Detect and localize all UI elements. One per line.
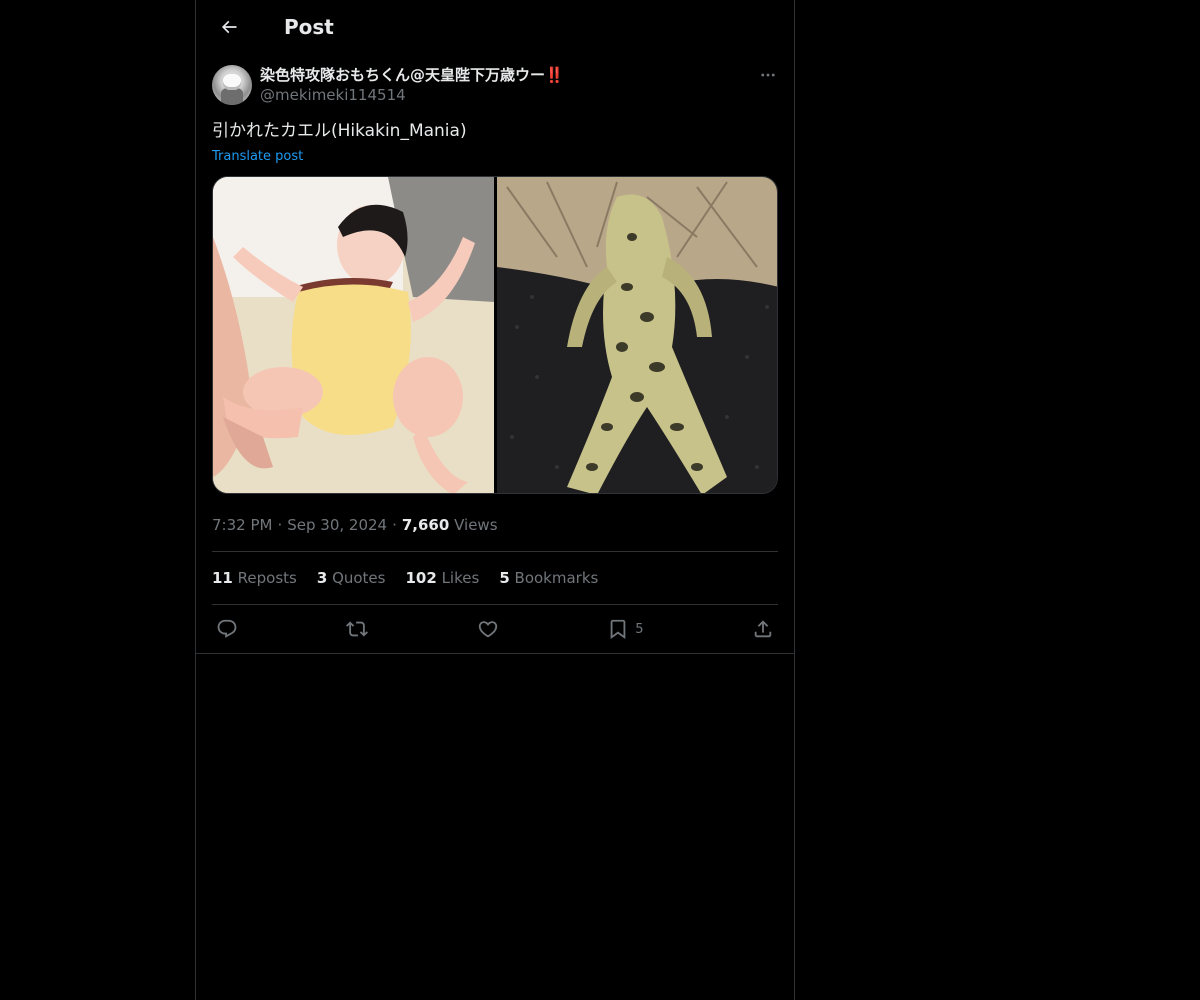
quotes-stat[interactable]: 3 Quotes <box>317 569 386 587</box>
share-icon <box>754 620 772 638</box>
frog-photo-icon <box>497 177 777 493</box>
media-image-baby[interactable] <box>213 177 494 493</box>
quotes-count: 3 <box>316 569 328 587</box>
likes-stat[interactable]: 102 Likes <box>405 569 479 587</box>
repost-icon <box>346 621 369 637</box>
display-name-text: 染色特攻隊おもちくん@天皇陛下万歳ウー <box>260 66 546 84</box>
avatar[interactable] <box>212 65 252 105</box>
post-column: Post 染色特攻隊おもちくん@天皇陛下万歳ウー‼️ @mekimeki1145… <box>195 0 795 1000</box>
share-button[interactable] <box>752 618 774 640</box>
user-handle[interactable]: @mekimeki114514 <box>260 85 564 105</box>
more-options-button[interactable] <box>758 65 778 85</box>
reply-icon <box>217 619 237 638</box>
action-bar: 5 <box>212 605 778 653</box>
quotes-label: Quotes <box>332 569 386 587</box>
page-title: Post <box>284 14 334 39</box>
header: Post <box>196 0 794 53</box>
reposts-count: 11 <box>212 569 233 587</box>
author-info: 染色特攻隊おもちくん@天皇陛下万歳ウー‼️ @mekimeki114514 <box>260 65 564 105</box>
back-button[interactable] <box>212 10 246 44</box>
reposts-label: Reposts <box>237 569 297 587</box>
divider <box>196 653 794 654</box>
baby-photo-icon <box>213 177 494 493</box>
more-dots-icon <box>761 73 775 77</box>
likes-label: Likes <box>441 569 480 587</box>
post-date[interactable]: Sep 30, 2024 <box>287 516 387 534</box>
bookmarks-stat[interactable]: 5 Bookmarks <box>499 569 598 587</box>
author-row: 染色特攻隊おもちくん@天皇陛下万歳ウー‼️ @mekimeki114514 <box>212 65 778 105</box>
bookmarks-label: Bookmarks <box>514 569 599 587</box>
reply-button[interactable] <box>216 618 238 640</box>
repost-button[interactable] <box>346 618 369 640</box>
arrow-left-icon <box>221 20 237 33</box>
translate-post-link[interactable]: Translate post <box>212 149 303 164</box>
display-name[interactable]: 染色特攻隊おもちくん@天皇陛下万歳ウー‼️ <box>260 65 564 85</box>
post-time[interactable]: 7:32 PM <box>212 516 272 534</box>
like-button[interactable] <box>477 618 499 640</box>
bookmark-button[interactable]: 5 <box>607 618 644 640</box>
media-grid <box>212 176 778 494</box>
heart-icon <box>478 621 498 638</box>
bookmark-icon <box>610 619 626 640</box>
reposts-stat[interactable]: 11 Reposts <box>212 569 297 587</box>
post-text: 引かれたカエル(Hikakin_Mania) <box>212 121 467 141</box>
post: 染色特攻隊おもちくん@天皇陛下万歳ウー‼️ @mekimeki114514 引か… <box>196 65 794 654</box>
bookmark-count: 5 <box>635 621 644 637</box>
views-count: 7,660 <box>401 516 450 534</box>
likes-count: 102 <box>405 569 437 587</box>
double-exclamation-icon: ‼️ <box>545 66 564 84</box>
post-timestamp-row: 7:32 PM · Sep 30, 2024 · 7,660 Views <box>212 515 778 552</box>
media-image-frog[interactable] <box>497 177 777 493</box>
bookmarks-count: 5 <box>499 569 510 587</box>
views-label: Views <box>454 516 498 534</box>
engagement-stats: 11 Reposts 3 Quotes 102 Likes 5 Bookmark… <box>212 552 778 605</box>
